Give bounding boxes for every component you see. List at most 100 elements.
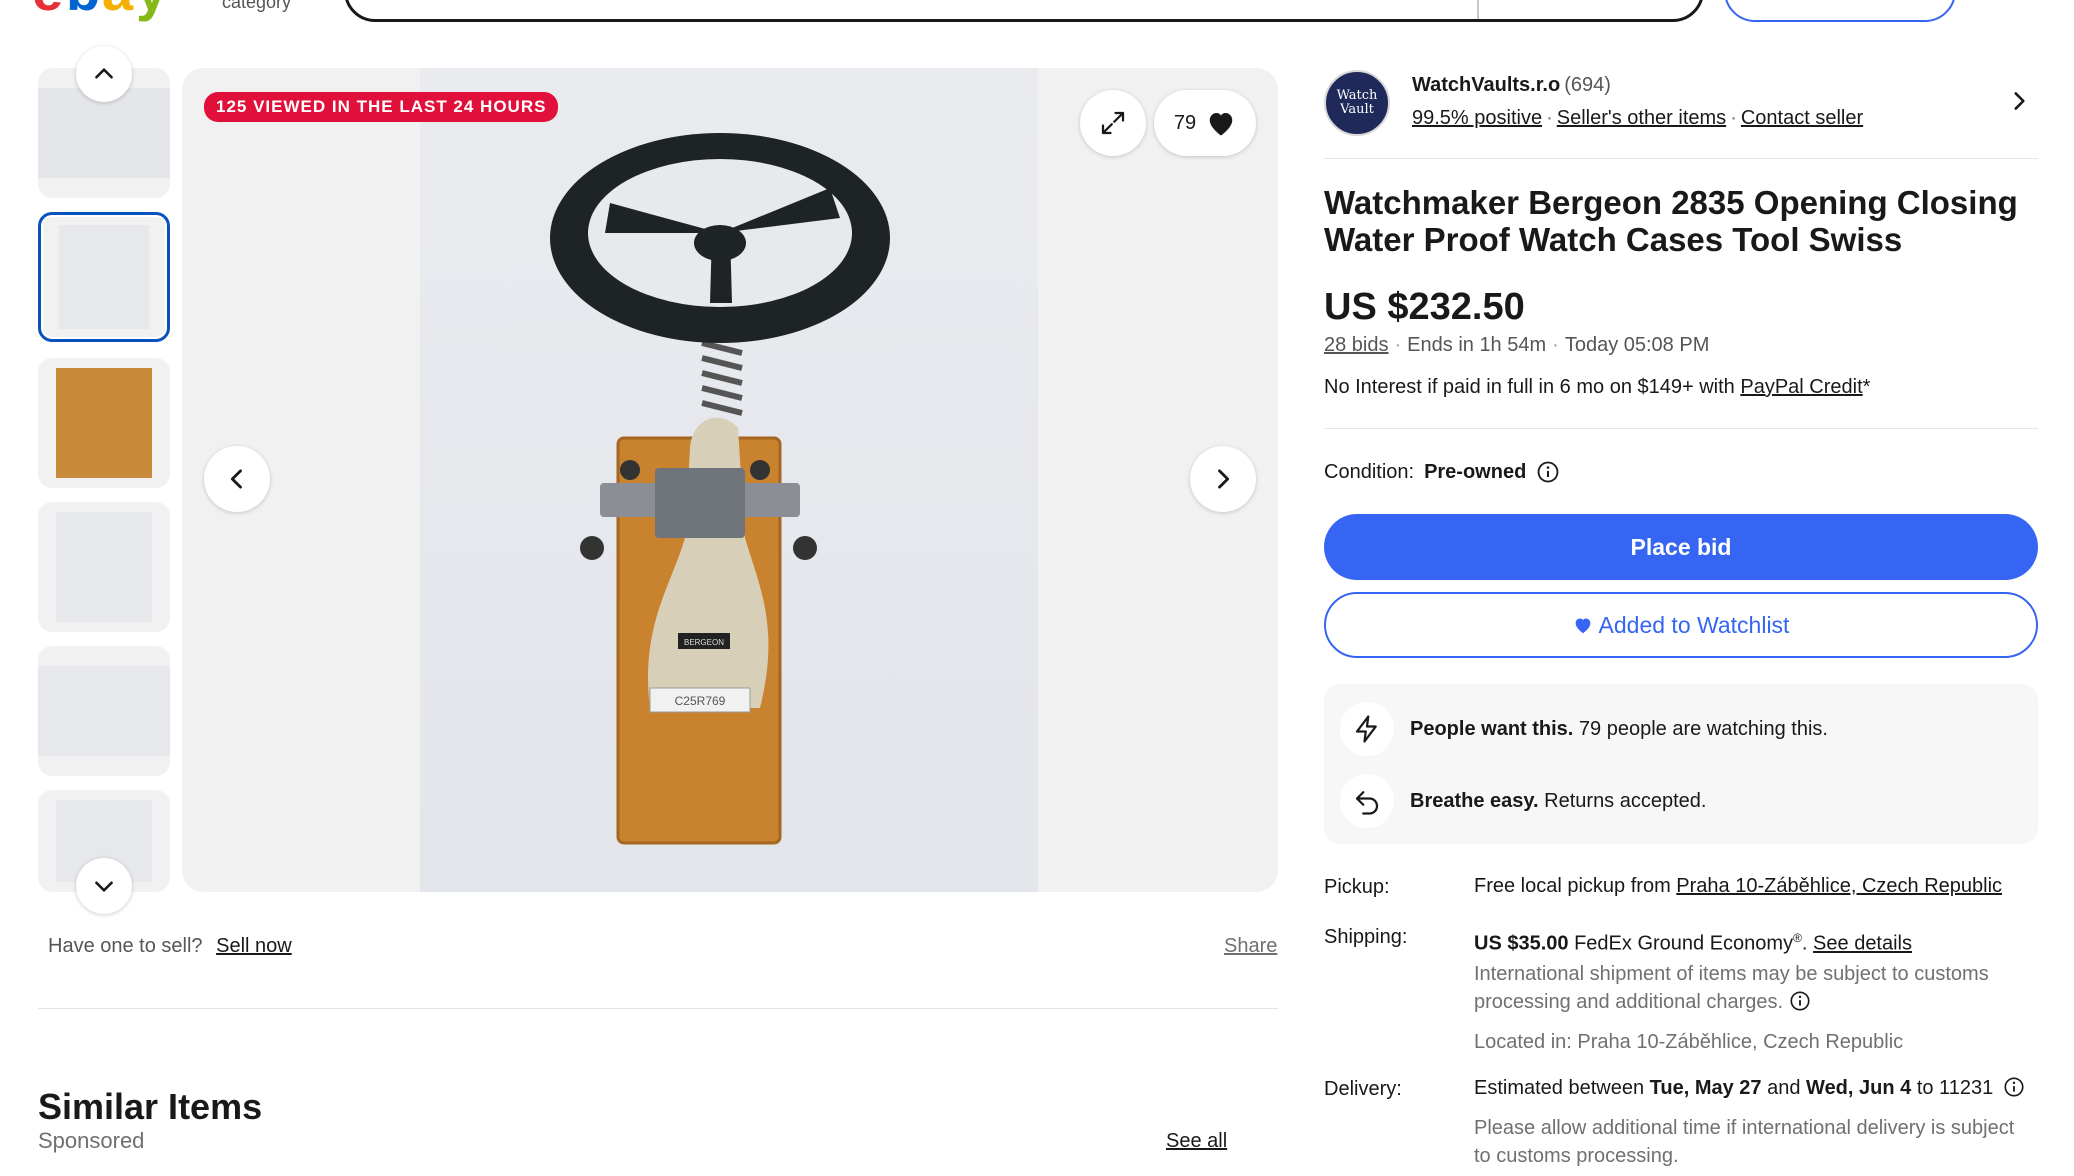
item-title: Watchmaker Bergeon 2835 Opening Closing … [1324,184,2018,258]
chevron-left-icon [230,469,242,489]
shipping-service: FedEx Ground Economy [1574,932,1794,955]
chevron-right-icon [1218,469,1230,489]
watchlist-label: Added to Watchlist [1598,611,1790,638]
located-in: Located in: Praha 10-Záběhlice, Czech Re… [1474,1030,1904,1053]
previous-image-button[interactable] [204,446,270,512]
chevron-down-icon [95,881,113,892]
see-details-link[interactable]: See details [1813,933,1912,955]
search-button[interactable] [1724,0,1956,22]
seller-details-button[interactable] [2006,88,2032,119]
delivery-and: and [1761,1077,1807,1099]
ends-in: Ends in 1h 54m [1407,334,1547,356]
thumbnail-scroll-up-button[interactable] [76,46,132,102]
sponsored-label: Sponsored [38,1128,145,1153]
delivery-end: Wed, Jun 4 [1806,1077,1912,1099]
svg-text:a: a [102,0,134,22]
bids-link[interactable]: 28 bids [1324,334,1389,356]
delivery-start: Tue, May 27 [1649,1077,1762,1099]
avatar-text-2: Vault [1340,102,1374,117]
chevron-up-icon [95,68,113,79]
pickup-value: Free local pickup from Praha 10-Záběhlic… [1474,872,2044,900]
shop-by-category[interactable]: category [222,0,291,13]
info-icon[interactable] [2003,1076,2025,1098]
shipping-value: US $35.00 FedEx Ground Economy®. See det… [1474,924,2034,1056]
delivery-prefix: Estimated between [1474,1077,1650,1099]
end-time: Today 05:08 PM [1564,334,1710,356]
next-image-button[interactable] [1190,446,1256,512]
signal-returns-text: Returns accepted. [1544,789,1707,812]
product-illustration: C25R769 BERGEON [550,133,890,845]
have-one-label: Have one to sell? [48,935,203,957]
credit-suffix: * [1862,376,1871,398]
search-input[interactable] [344,0,1704,22]
pickup-prefix: Free local pickup from [1474,875,1677,897]
similar-items-heading: Similar Items [38,1086,263,1127]
sell-now-link[interactable]: Sell now [216,935,292,957]
signal-returns: Breathe easy. Returns accepted. [1340,774,1706,828]
thumbnail-scroll-down-button[interactable] [76,858,132,914]
positive-feedback-link[interactable]: 99.5% positive [1412,107,1542,129]
seller-divider [1324,158,2038,159]
svg-text:e: e [32,0,63,22]
thumbnail-3[interactable] [38,358,170,488]
fullscreen-button[interactable] [1080,90,1146,156]
have-one-to-sell: Have one to sell? Sell now [48,935,292,958]
condition-value: Pre-owned [1424,460,1527,483]
watch-count-button[interactable]: 79 [1154,90,1256,156]
info-icon[interactable] [1789,990,1811,1012]
pickup-location-link[interactable]: Praha 10-Záběhlice, Czech Republic [1676,875,2002,897]
heart-icon [1575,618,1590,634]
condition-label: Condition: [1324,460,1415,483]
seller-name[interactable]: WatchVaults.r.o (694) [1412,74,1611,97]
product-photo: C25R769 BERGEON [420,68,1038,892]
svg-text:b: b [66,0,100,22]
main-image-gallery[interactable]: C25R769 BERGEON 125 VIEWED IN THE LAST 2… [182,68,1278,892]
contact-seller-link[interactable]: Contact seller [1741,107,1863,129]
watchlist-button[interactable]: Added to Watchlist [1324,592,2038,658]
avatar-text-1: Watch [1336,88,1378,103]
viewed-badge: 125 VIEWED IN THE LAST 24 HOURS [204,92,559,122]
signal-demand: People want this. 79 people are watching… [1340,702,1828,756]
pickup-label: Pickup: [1324,876,1390,898]
paypal-credit-link[interactable]: PayPal Credit [1740,376,1862,398]
item-brand-text: BERGEON [684,638,724,647]
shipping-registered-mark: ® [1793,931,1802,945]
condition-row: Condition: Pre-owned [1324,460,1560,484]
seller-name-text: WatchVaults.r.o [1412,74,1561,96]
delivery-note: Please allow additional time if internat… [1474,1117,2015,1167]
lightning-icon [1340,702,1394,756]
delivery-label: Delivery: [1324,1078,1402,1100]
svg-text:y: y [136,0,167,22]
credit-prefix: No Interest if paid in full in 6 mo on $… [1324,376,1741,398]
delivery-value: Estimated between Tue, May 27 and Wed, J… [1474,1074,2034,1170]
see-all-link[interactable]: See all [1166,1130,1227,1153]
item-price: US $232.50 [1324,286,1525,328]
return-arrow-icon [1340,774,1394,828]
seller-links: 99.5% positive · Seller's other items · Cont… [1412,107,1864,129]
price-divider [1324,428,2038,429]
financing-info: No Interest if paid in full in 6 mo on $… [1324,376,1870,399]
seller-other-items-link[interactable]: Seller's other items [1557,107,1726,129]
thumbnail-2[interactable] [38,212,170,342]
section-divider [38,1008,1278,1009]
share-link[interactable]: Share [1224,935,1277,958]
seller-avatar[interactable]: Watch Vault [1324,70,1390,136]
bid-info: 28 bids · Ends in 1h 54m · Today 05:08 PM [1324,334,1710,356]
shipping-label: Shipping: [1324,926,1408,948]
info-icon[interactable] [1536,460,1560,484]
heart-icon [1209,113,1233,136]
signal-demand-text: 79 people are watching this. [1578,717,1828,740]
intl-shipping-note: International shipment of items may be s… [1474,962,1989,1013]
thumbnail-5[interactable] [38,646,170,776]
thumbnail-4[interactable] [38,502,170,632]
signals-panel: People want this. 79 people are watching… [1324,684,2038,844]
shipping-price: US $35.00 [1474,932,1569,955]
watch-count: 79 [1173,111,1197,134]
place-bid-button[interactable]: Place bid [1324,514,2038,580]
signal-returns-bold: Breathe easy. [1410,789,1539,812]
seller-feedback-count: (694) [1564,74,1611,96]
signal-demand-bold: People want this. [1410,717,1574,740]
ebay-logo[interactable]: e b a y [32,0,202,22]
chevron-right-icon [2014,92,2025,110]
item-label-text: C25R769 [675,694,726,708]
